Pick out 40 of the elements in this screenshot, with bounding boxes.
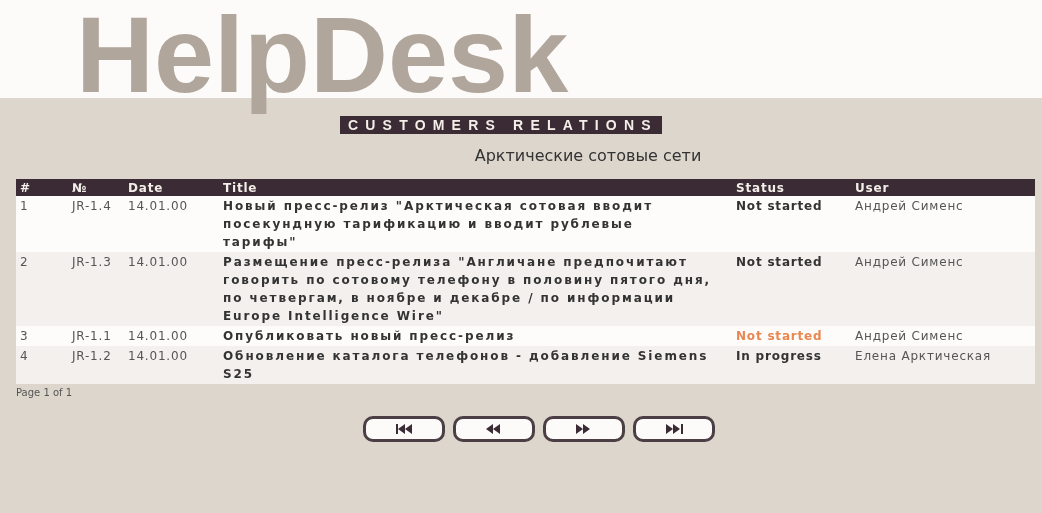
table-cell: 1 — [16, 196, 68, 252]
table-cell: Новый пресс-релиз "Арктическая сотовая вводит посекундную тарификацию и вводит рублевые тарифы" — [219, 196, 732, 252]
first-page-button[interactable] — [363, 416, 445, 442]
table-cell: Андрей Сименс — [851, 252, 1035, 326]
table-cell: Елена Арктическая — [851, 346, 1035, 384]
table-cell: 3 — [16, 326, 68, 346]
table-cell: 2 — [16, 252, 68, 326]
status-cell: Not started — [732, 252, 851, 326]
table-cell: Обновление каталога телефонов - добавление Siemens S25 — [219, 346, 732, 384]
table-cell: Размещение пресс-релиза "Англичане предпочитают говорить по сотовому телефону в половину пятого дня, по четвергам, в ноябре и декабре / по информации Europe Intelligence Wire" — [219, 252, 732, 326]
column-header: # — [16, 179, 68, 196]
column-header: Status — [732, 179, 851, 196]
column-header: Title — [219, 179, 732, 196]
table-cell: Опубликовать новый пресс-релиз — [219, 326, 732, 346]
table-cell: 14.01.00 — [124, 326, 219, 346]
page-count: Page 1 of 1 — [15, 386, 74, 398]
logo-title: HelpDesk — [76, 0, 569, 116]
table-cell: JR-1.3 — [68, 252, 124, 326]
last-page-icon — [663, 422, 685, 436]
table-cell: 14.01.00 — [124, 196, 219, 252]
last-page-button[interactable] — [633, 416, 715, 442]
table-cell: JR-1.2 — [68, 346, 124, 384]
project-title: Арктические сотовые сети — [473, 146, 703, 165]
table-cell: JR-1.1 — [68, 326, 124, 346]
status-cell: In progress — [732, 346, 851, 384]
status-cell: Not started — [732, 196, 851, 252]
table-cell: Андрей Сименс — [851, 326, 1035, 346]
prev-page-button[interactable] — [453, 416, 535, 442]
next-page-button[interactable] — [543, 416, 625, 442]
status-cell: Not started — [732, 326, 851, 346]
table-cell: 14.01.00 — [124, 252, 219, 326]
column-header: № — [68, 179, 124, 196]
column-header: Date — [124, 179, 219, 196]
table-cell: 14.01.00 — [124, 346, 219, 384]
logo-tagline: CUSTOMERS RELATIONS — [340, 116, 662, 134]
table-cell: 4 — [16, 346, 68, 384]
column-header: User — [851, 179, 1035, 196]
table-cell: Андрей Сименс — [851, 196, 1035, 252]
first-page-icon — [393, 422, 415, 436]
table-cell: JR-1.4 — [68, 196, 124, 252]
